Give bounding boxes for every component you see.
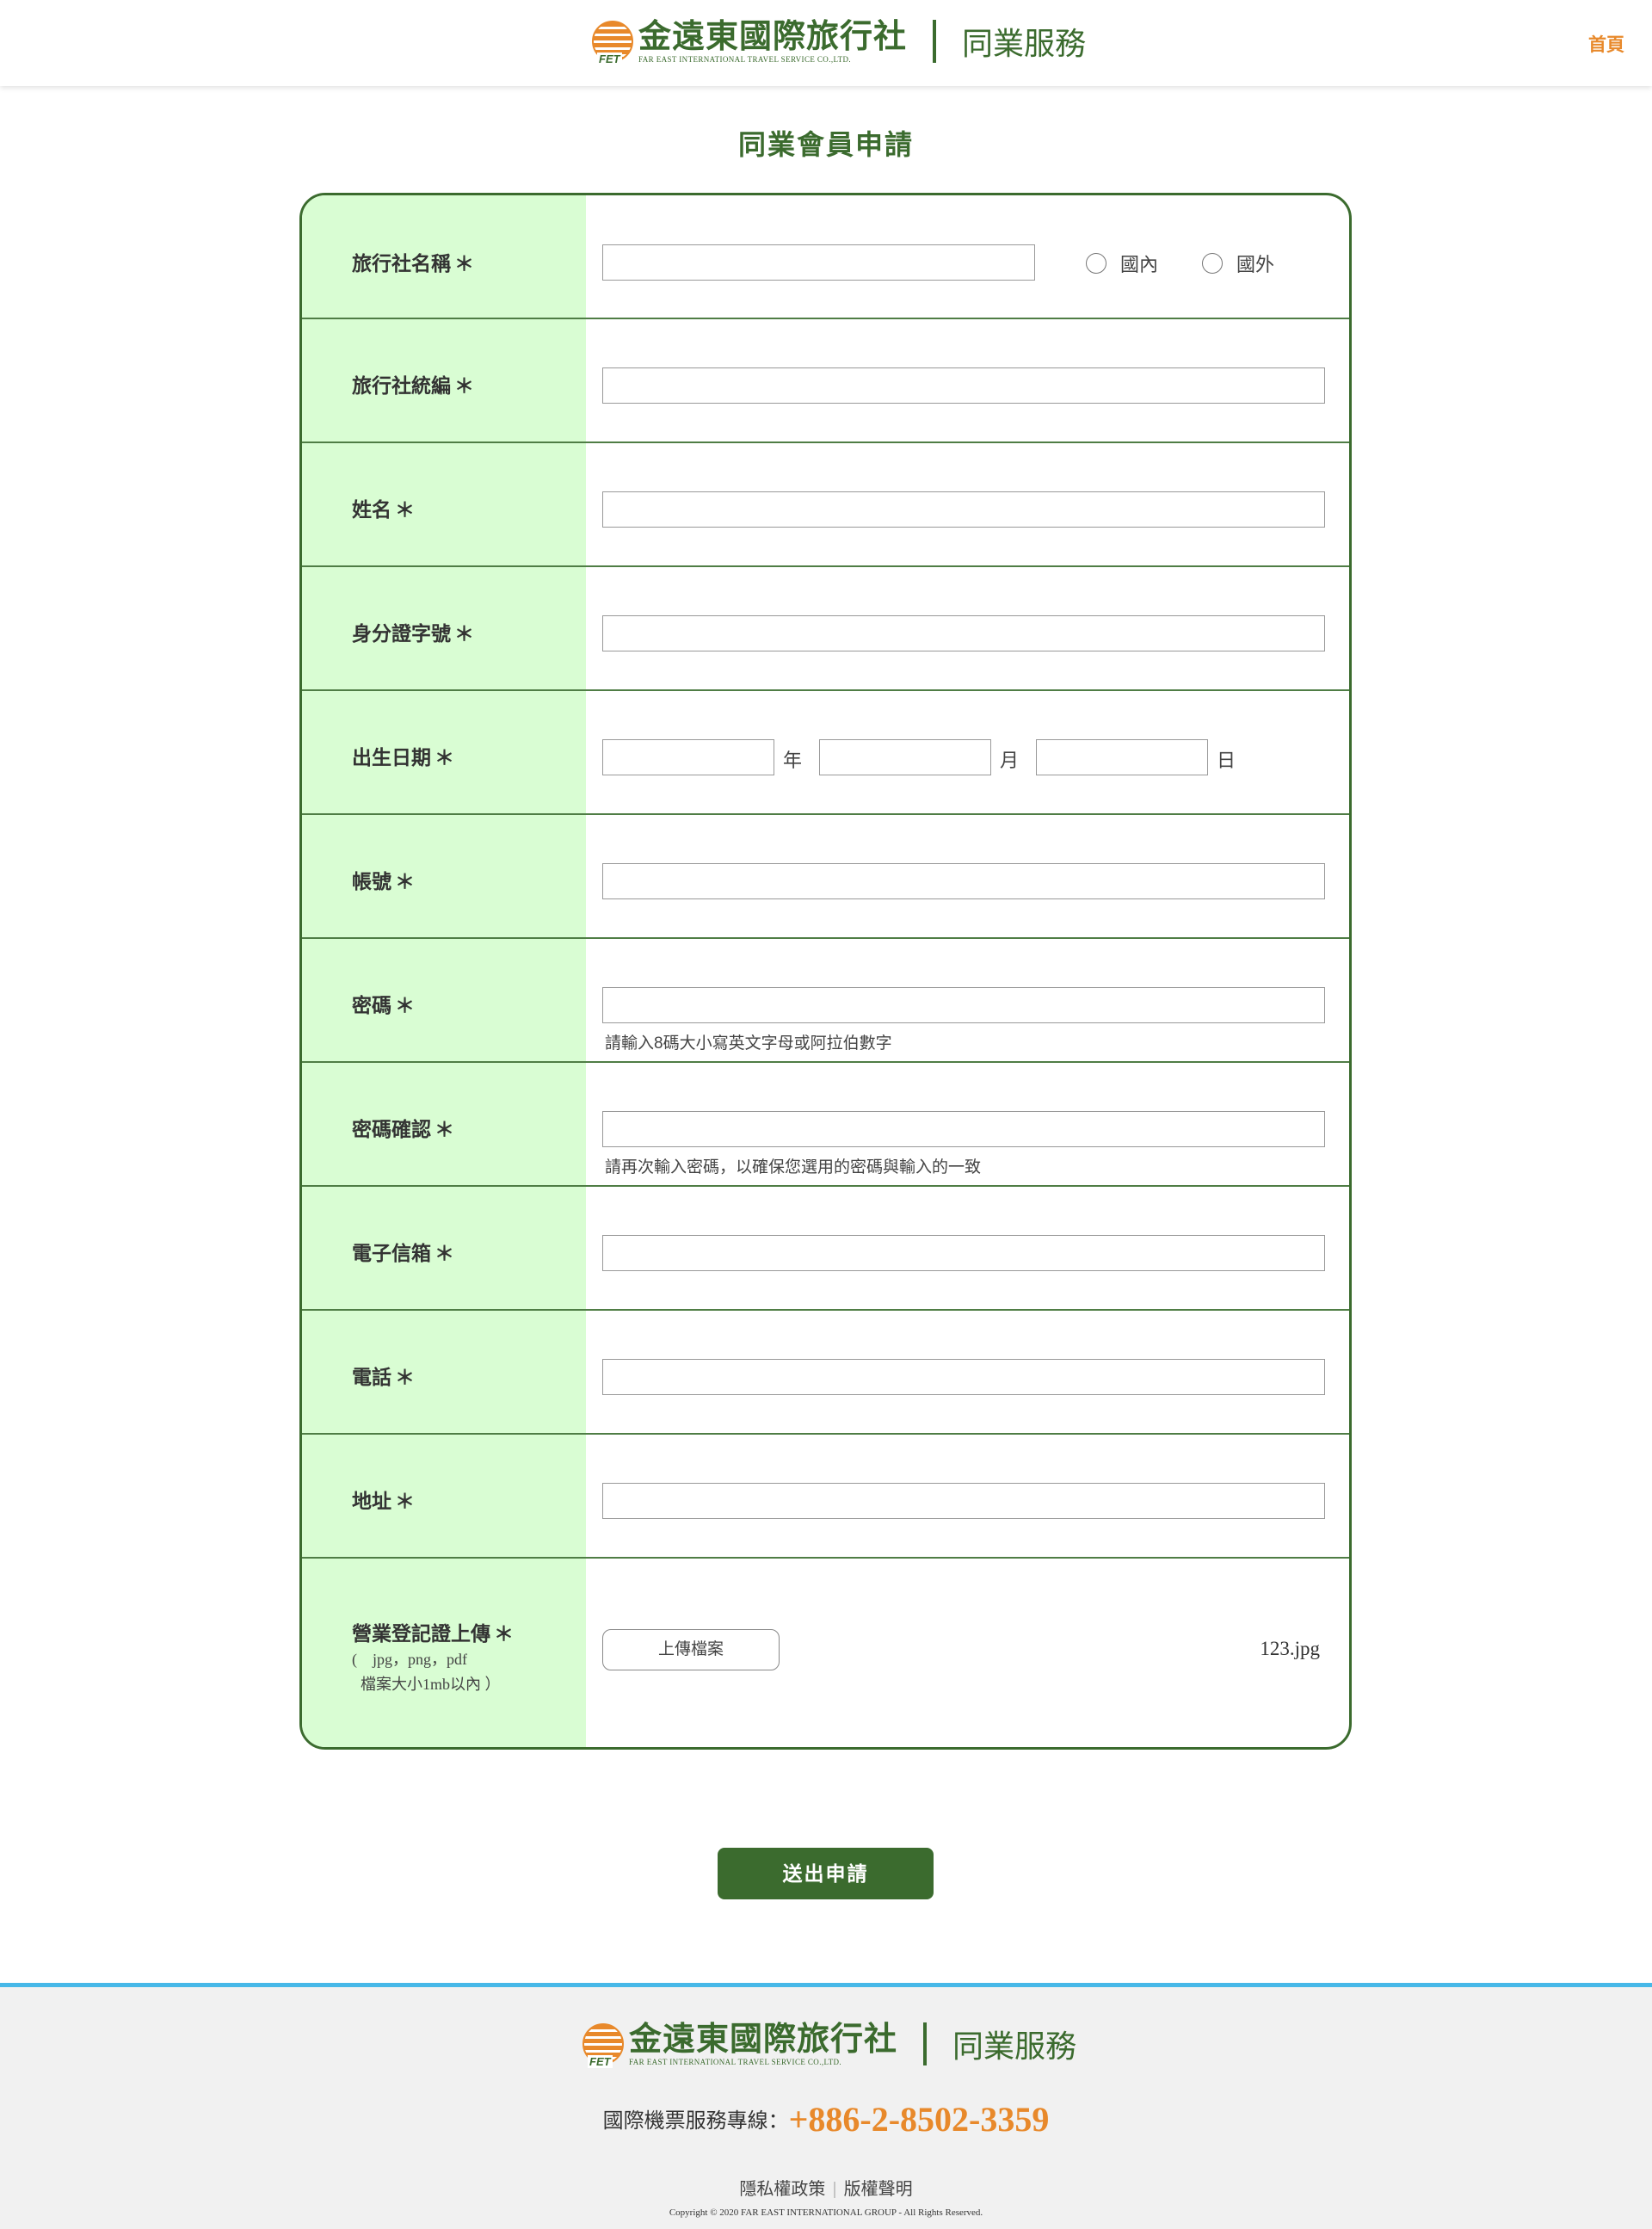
logo-chinese-name: 金遠東國際旅行社 — [638, 16, 908, 55]
copyright-statement-link[interactable]: 版權聲明 — [844, 2180, 913, 2199]
birth-day-input[interactable] — [1036, 739, 1208, 775]
upload-file-button[interactable]: 上傳檔案 — [602, 1629, 780, 1670]
privacy-policy-link[interactable]: 隱私權政策 — [739, 2180, 825, 2199]
day-unit: 日 — [1217, 750, 1236, 771]
radio-foreign[interactable]: 國外 — [1202, 250, 1274, 277]
logo-badge: FET — [597, 52, 622, 65]
password-confirm-label: 密碼確認＊ — [352, 1118, 454, 1140]
upload-size-limit: 檔案大小1mb以內 ） — [361, 1676, 501, 1693]
id-number-label: 身分證字號＊ — [352, 622, 474, 645]
radio-foreign-label: 國外 — [1236, 254, 1275, 275]
upload-file-types: ( jpg，png，pdf — [352, 1651, 467, 1668]
home-link[interactable]: 首頁 — [1588, 31, 1624, 57]
month-unit: 月 — [1000, 750, 1020, 771]
footer-logo-wordmark: 金遠東國際旅行社 FAR EAST INTERNATIONAL TRAVEL S… — [629, 2019, 898, 2067]
brand-divider — [933, 20, 937, 63]
footer-logo-badge: FET — [588, 2055, 613, 2068]
upload-label: 營業登記證上傳＊ — [352, 1622, 514, 1645]
agency-name-input[interactable] — [602, 244, 1035, 281]
birth-month-input[interactable] — [819, 739, 991, 775]
footer-service-title: 同業服務 — [952, 2028, 1077, 2064]
password-confirm-hint: 請再次輸入密碼，以確保您選用的密碼與輸入的一致 — [605, 1158, 982, 1176]
phone-label: 電話＊ — [352, 1366, 415, 1388]
year-unit: 年 — [783, 750, 803, 771]
service-title: 同業服務 — [962, 26, 1087, 61]
hotline-label: 國際機票服務專線： — [602, 2109, 789, 2133]
footer-brand-divider — [923, 2022, 928, 2065]
password-input[interactable] — [602, 987, 1325, 1023]
account-input[interactable] — [602, 863, 1325, 899]
sun-logo-icon: FET — [592, 21, 633, 65]
form-row-birthdate: 出生日期＊ 年 月 日 — [302, 691, 1349, 815]
logo-wordmark: 金遠東國際旅行社 FAR EAST INTERNATIONAL TRAVEL S… — [638, 16, 908, 65]
site-header: FET 金遠東國際旅行社 FAR EAST INTERNATIONAL TRAV… — [0, 0, 1652, 86]
phone-input[interactable] — [602, 1359, 1325, 1395]
address-input[interactable] — [602, 1483, 1325, 1519]
footer-links: 隱私權政策 | 版權聲明 — [0, 2175, 1652, 2200]
radio-foreign-circle[interactable] — [1202, 253, 1223, 274]
submit-application-button[interactable]: 送出申請 — [718, 1848, 934, 1899]
form-row-account: 帳號＊ — [302, 815, 1349, 939]
form-row-agency-name: 旅行社名稱＊ 國內 國外 — [302, 195, 1349, 319]
footer-brand-logo[interactable]: FET 金遠東國際旅行社 FAR EAST INTERNATIONAL TRAV… — [583, 2019, 1077, 2068]
email-input[interactable] — [602, 1235, 1325, 1271]
address-label: 地址＊ — [352, 1490, 415, 1512]
birth-year-input[interactable] — [602, 739, 774, 775]
email-label: 電子信箱＊ — [352, 1242, 454, 1264]
account-label: 帳號＊ — [352, 870, 415, 892]
password-hint: 請輸入8碼大小寫英文字母或阿拉伯數字 — [605, 1034, 892, 1053]
name-input[interactable] — [602, 491, 1325, 528]
footer-sun-logo-icon: FET — [583, 2023, 624, 2068]
form-row-password: 密碼＊ 請輸入8碼大小寫英文字母或阿拉伯數字 — [302, 939, 1349, 1063]
agency-name-label: 旅行社名稱＊ — [352, 252, 474, 275]
copyright-text: Copyright © 2020 FAR EAST INTERNATIONAL … — [669, 2207, 983, 2218]
form-row-id-number: 身分證字號＊ — [302, 567, 1349, 691]
site-footer: FET 金遠東國際旅行社 FAR EAST INTERNATIONAL TRAV… — [0, 1983, 1652, 2229]
form-row-upload: 營業登記證上傳＊ ( jpg，png，pdf 檔案大小1mb以內 ） 上傳檔案 … — [302, 1559, 1349, 1747]
page-title: 同業會員申請 — [737, 129, 914, 160]
application-form: 旅行社名稱＊ 國內 國外 旅行社統編＊ 姓名＊ 身分證字號＊ 出生日期＊ 年 月… — [299, 193, 1352, 1750]
birthdate-label: 出生日期＊ — [352, 746, 454, 769]
radio-domestic-label: 國內 — [1120, 254, 1159, 275]
id-number-input[interactable] — [602, 615, 1325, 651]
password-confirm-input[interactable] — [602, 1111, 1325, 1147]
logo-english-name: FAR EAST INTERNATIONAL TRAVEL SERVICE CO… — [638, 55, 852, 64]
tax-id-label: 旅行社統編＊ — [352, 374, 474, 397]
footer-logo-chinese-name: 金遠東國際旅行社 — [629, 2019, 898, 2058]
form-row-email: 電子信箱＊ — [302, 1187, 1349, 1311]
form-row-tax-id: 旅行社統編＊ — [302, 319, 1349, 443]
hotline: 國際機票服務專線：+886-2-8502-3359 — [0, 2099, 1652, 2139]
link-separator: | — [832, 2180, 837, 2199]
brand-logo[interactable]: FET 金遠東國際旅行社 FAR EAST INTERNATIONAL TRAV… — [592, 16, 1087, 65]
uploaded-file-name: 123.jpg — [1260, 1638, 1320, 1659]
form-row-password-confirm: 密碼確認＊ 請再次輸入密碼，以確保您選用的密碼與輸入的一致 — [302, 1063, 1349, 1187]
form-row-name: 姓名＊ — [302, 443, 1349, 567]
radio-domestic[interactable]: 國內 — [1086, 250, 1158, 277]
name-label: 姓名＊ — [352, 498, 415, 521]
form-row-address: 地址＊ — [302, 1435, 1349, 1559]
tax-id-input[interactable] — [602, 367, 1325, 404]
password-label: 密碼＊ — [352, 994, 415, 1016]
form-row-phone: 電話＊ — [302, 1311, 1349, 1435]
required-mark: ＊ — [454, 252, 474, 275]
footer-logo-english-name: FAR EAST INTERNATIONAL TRAVEL SERVICE CO… — [629, 2058, 842, 2066]
radio-domestic-circle[interactable] — [1086, 253, 1106, 274]
hotline-number[interactable]: +886-2-8502-3359 — [789, 2100, 1050, 2139]
